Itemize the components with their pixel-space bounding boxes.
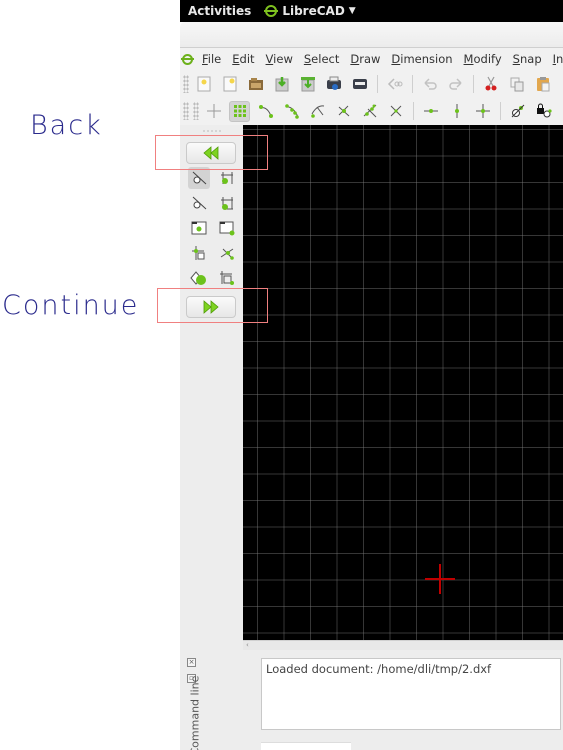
menu-snap[interactable]: Snap [513,52,542,66]
command-output: Loaded document: /home/dli/tmp/2.dxf [261,658,561,730]
system-top-bar: Activities LibreCAD ▼ [180,0,563,22]
toolbar-grip[interactable] [183,74,189,93]
double-chevron-right-icon [203,300,219,314]
menu-modify[interactable]: Modify [464,52,502,66]
librecad-logo-icon [181,53,194,65]
snap-center-icon[interactable] [307,101,328,122]
copy-icon[interactable] [506,73,527,94]
continue-button[interactable] [186,296,236,318]
snap-distance-icon[interactable] [359,101,380,122]
snap-middle-icon[interactable] [333,101,354,122]
toolbar-separator [473,74,474,93]
back-label: Back [30,110,103,141]
menu-edit[interactable]: Edit [232,52,254,66]
undo-icon[interactable] [419,73,440,94]
new-from-template-icon[interactable] [219,73,240,94]
menu-select[interactable]: Select [304,52,340,66]
deselect-entity-tool[interactable] [188,192,210,214]
activities-button[interactable]: Activities [188,4,251,18]
toolbar-separator [413,102,414,120]
select-intersected-tool[interactable] [188,242,210,264]
horizontal-scrollbar[interactable]: ‹ [243,640,563,650]
origin-crosshair [439,564,441,594]
snap-intersection-icon[interactable] [385,101,406,122]
save-icon[interactable] [271,73,292,94]
paste-icon[interactable] [532,73,553,94]
toolbar-separator [500,102,501,120]
snap-free-icon[interactable] [203,101,224,122]
snap-on-entity-icon[interactable] [281,101,302,122]
back-button[interactable] [186,142,236,164]
double-chevron-left-icon [203,146,219,160]
toolbar-grip[interactable] [193,102,199,120]
app-menu[interactable]: LibreCAD ▼ [264,4,356,18]
toolbar-separator [377,74,378,93]
toolbar-separator [412,74,413,93]
menu-file[interactable]: File [202,52,221,66]
lock-relative-zero-icon[interactable] [533,101,554,122]
command-input[interactable] [261,742,351,750]
cut-icon[interactable] [480,73,501,94]
print-preview-icon[interactable] [323,73,344,94]
select-contour-tool[interactable] [216,267,238,289]
redo-icon[interactable] [445,73,466,94]
zoom-previous-icon[interactable] [384,73,405,94]
menu-dimension[interactable]: Dimension [391,52,452,66]
snap-endpoints-icon[interactable] [255,101,276,122]
file-toolbar [180,70,563,97]
panel-grip[interactable] [202,130,222,132]
select-all-tool[interactable] [188,217,210,239]
menu-draw[interactable]: Draw [350,52,380,66]
command-line-dock: × ▫ Command line Loaded document: /home/… [180,650,563,750]
close-icon[interactable]: × [187,658,196,667]
save-as-icon[interactable] [297,73,318,94]
scroll-left-icon[interactable]: ‹ [246,641,249,649]
chevron-down-icon: ▼ [348,6,356,16]
restrict-orthogonal-icon[interactable] [472,101,493,122]
print-icon[interactable] [349,73,370,94]
new-icon[interactable] [193,73,214,94]
restrict-vertical-icon[interactable] [446,101,467,122]
snap-grid-icon[interactable] [229,100,250,122]
tool-options-panel [180,125,243,650]
invert-selection-tool[interactable] [216,217,238,239]
drawing-canvas[interactable] [243,125,563,640]
app-name: LibreCAD [282,4,345,18]
continue-label: Continue [2,290,140,321]
select-window-tool[interactable] [216,167,238,189]
dock-title: Command line [188,675,202,750]
toolbar-grip[interactable] [183,102,189,120]
menubar: File Edit View Select Draw Dimension Mod… [180,48,563,70]
restrict-horizontal-icon[interactable] [420,101,441,122]
menu-view[interactable]: View [266,52,293,66]
select-entity-tool[interactable] [188,167,210,189]
relative-zero-icon[interactable] [507,101,528,122]
deselect-intersected-tool[interactable] [216,242,238,264]
open-icon[interactable] [245,73,266,94]
window-titlebar [180,22,563,48]
librecad-logo-icon [264,5,279,17]
snap-toolbar [180,97,563,125]
deselect-window-tool[interactable] [216,192,238,214]
select-layer-tool[interactable] [188,267,210,289]
menu-info[interactable]: Info [553,52,563,66]
